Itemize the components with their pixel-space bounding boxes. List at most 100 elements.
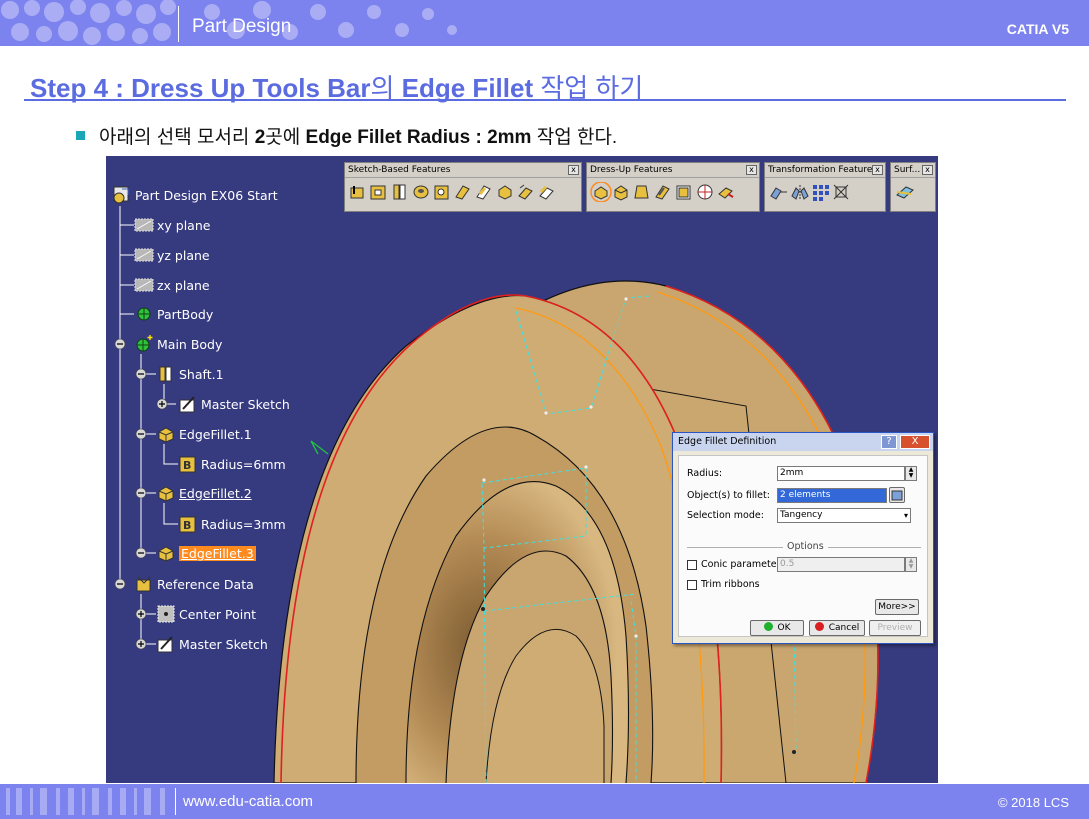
mirror-icon[interactable]: [789, 182, 809, 202]
toolbar-buttons: [891, 178, 935, 206]
footer-divider: [175, 788, 176, 815]
chamfer-icon[interactable]: [611, 182, 630, 202]
thickness-icon[interactable]: [674, 182, 693, 202]
conic-spinner[interactable]: ▲ ▼: [905, 557, 917, 572]
footer-copyright: © 2018 LCS: [997, 795, 1069, 810]
toolbar-close-icon[interactable]: x: [872, 165, 883, 175]
translation-icon[interactable]: [768, 182, 787, 202]
toolbar-title: Surf...: [894, 165, 921, 175]
radius-spinner[interactable]: ▲ ▼: [905, 466, 917, 481]
tree-item-yz-plane[interactable]: yz plane: [134, 244, 210, 266]
tree-item-partbody[interactable]: PartBody: [134, 303, 213, 325]
preview-button[interactable]: Preview: [869, 620, 921, 636]
radius-row: Radius:: [687, 465, 722, 482]
selection-mode-row: Selection mode:: [687, 507, 764, 524]
toolbar-close-icon[interactable]: x: [922, 165, 933, 175]
ok-button[interactable]: OK: [750, 620, 804, 636]
toolbar-close-icon[interactable]: x: [568, 165, 579, 175]
tree-item-master-sketch-2[interactable]: Master Sketch: [156, 633, 268, 655]
conic-row[interactable]: Conic parameter:: [687, 556, 784, 573]
shell-icon[interactable]: [653, 182, 672, 202]
edge-fillet-dialog: Edge Fillet Definition ? X Radius: 2mm ▲…: [672, 432, 934, 644]
tree-item-label: Radius=6mm: [201, 456, 286, 472]
tree-item-label: zx plane: [157, 277, 210, 293]
split-icon[interactable]: [894, 182, 914, 202]
tree-item-edgefillet-2[interactable]: EdgeFillet.2: [156, 482, 252, 504]
groove-icon[interactable]: [432, 182, 451, 202]
tree-item-edgefillet-3[interactable]: EdgeFillet.3: [156, 542, 256, 564]
specification-tree: Part Design EX06 Start xy plane yz plane…: [106, 156, 356, 783]
slide: Part Design CATIA V5 Step 4 : Dress Up T…: [0, 0, 1089, 819]
more-button[interactable]: More>>: [875, 599, 919, 615]
tree-item-label: EdgeFillet.1: [179, 426, 252, 442]
radius-input[interactable]: 2mm: [777, 466, 905, 481]
radius-label: Radius:: [687, 468, 723, 479]
conic-label: Conic parameter:: [701, 559, 784, 570]
footer-band: www.edu-catia.com © 2018 LCS: [0, 784, 1089, 819]
tree-item-master-sketch-1[interactable]: Master Sketch: [178, 393, 290, 415]
rectangular-pattern-icon[interactable]: [810, 182, 829, 202]
tree-item-label: Radius=3mm: [201, 516, 286, 532]
toolbar-transformation-features: Transformation Features x: [764, 162, 886, 212]
ok-icon: [763, 622, 773, 631]
pocket-icon[interactable]: [369, 182, 388, 202]
toolbar-title: Sketch-Based Features: [348, 165, 451, 175]
hole-icon[interactable]: [411, 182, 430, 202]
part-icon: [112, 185, 132, 205]
body-icon: [134, 334, 154, 354]
toolbar-buttons: [587, 178, 759, 206]
trim-row[interactable]: Trim ribbons: [687, 576, 760, 593]
header-divider: [178, 6, 179, 42]
header-brand: CATIA V5: [1006, 21, 1069, 37]
toolbar-caption: Dress-Up Features x: [587, 163, 759, 178]
tree-item-zx-plane[interactable]: zx plane: [134, 274, 210, 296]
scaling-icon[interactable]: [831, 182, 850, 202]
objects-input[interactable]: 2 elements: [777, 488, 887, 503]
rib-icon[interactable]: [453, 182, 472, 202]
shaft-icon: [156, 364, 176, 384]
tree-item-center-point[interactable]: Center Point: [156, 603, 256, 625]
conic-input[interactable]: 0.5: [777, 557, 905, 572]
header-title: Part Design: [192, 16, 292, 37]
thread-icon[interactable]: [695, 182, 714, 202]
tree-item-shaft[interactable]: Shaft.1: [156, 363, 224, 385]
tree-item-edgefillet-1[interactable]: EdgeFillet.1: [156, 423, 252, 445]
tree-item-label: EdgeFillet.2: [179, 485, 252, 501]
tree-item-radius-6[interactable]: B Radius=6mm: [178, 453, 286, 475]
point-icon: [156, 604, 176, 624]
cancel-button[interactable]: Cancel: [809, 620, 865, 636]
options-label: Options: [783, 541, 828, 552]
edge-fillet-icon[interactable]: [590, 181, 612, 203]
help-icon[interactable]: ?: [881, 435, 897, 449]
removed-multi-section-icon[interactable]: [537, 182, 556, 202]
edit-list-icon[interactable]: [889, 487, 905, 503]
tree-item-radius-3[interactable]: B Radius=3mm: [178, 513, 286, 535]
cancel-label: Cancel: [828, 623, 860, 633]
conic-checkbox[interactable]: [687, 559, 697, 570]
tree-item-label: Master Sketch: [201, 396, 290, 412]
selection-mode-select[interactable]: Tangency ▾: [777, 508, 911, 523]
tree-item-part[interactable]: Part Design EX06 Start: [112, 184, 278, 206]
tree-item-main-body[interactable]: Main Body: [134, 333, 222, 355]
stiffener-icon[interactable]: [495, 182, 514, 202]
tree-item-label: EdgeFillet.3: [179, 545, 256, 561]
objects-row: Object(s) to fillet:: [687, 487, 770, 504]
trim-checkbox[interactable]: [687, 579, 697, 590]
toolbar-close-icon[interactable]: x: [746, 165, 757, 175]
multi-section-solid-icon[interactable]: [516, 182, 535, 202]
remove-face-icon[interactable]: [716, 182, 735, 202]
tree-item-xy-plane[interactable]: xy plane: [134, 214, 210, 236]
tree-item-label: Master Sketch: [179, 636, 268, 652]
svg-text:B: B: [183, 519, 191, 532]
footer-url[interactable]: www.edu-catia.com: [183, 793, 313, 810]
toolbar-sketch-based-features: Sketch-Based Features x: [344, 162, 582, 212]
tree-item-reference-data[interactable]: Reference Data: [134, 573, 254, 595]
close-icon[interactable]: X: [900, 435, 930, 449]
dialog-title-bar[interactable]: Edge Fillet Definition ? X: [673, 433, 933, 451]
pad-icon[interactable]: [348, 182, 367, 202]
draft-angle-icon[interactable]: [632, 182, 651, 202]
slot-icon[interactable]: [474, 182, 493, 202]
fillet-icon: [156, 483, 176, 503]
bullet-text-3: 작업 한다.: [531, 127, 618, 148]
shaft-icon[interactable]: [390, 182, 409, 202]
